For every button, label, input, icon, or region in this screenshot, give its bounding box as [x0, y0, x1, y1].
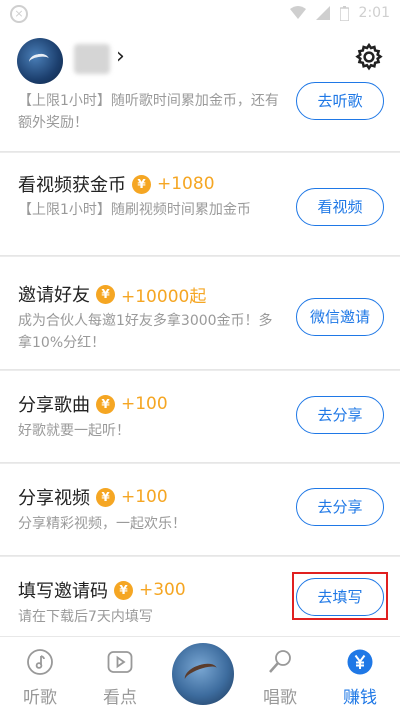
task-desc: 分享精彩视频，一起欢乐！	[18, 516, 186, 532]
coin-icon: ¥	[96, 394, 115, 414]
task-desc: 好歌就要一起听！	[18, 423, 130, 439]
tab-watch[interactable]: 看点	[80, 637, 160, 712]
signal-icon	[315, 6, 330, 20]
task-title: 看视频获金币	[18, 175, 126, 196]
center-album-disc[interactable]	[170, 641, 236, 707]
share-song-button[interactable]: 去分享	[296, 396, 384, 434]
tab-earn[interactable]: 赚钱	[320, 637, 400, 712]
task-reward: +100	[121, 394, 168, 414]
coin-icon: ¥	[114, 580, 133, 600]
target-highlight-box	[292, 572, 388, 620]
status-bar: × 2:01	[0, 0, 400, 28]
notification-icon: ×	[10, 5, 28, 23]
task-title-row: 邀请好友 ¥ +10000起	[18, 281, 206, 307]
listen-music-button[interactable]: 去听歌	[296, 82, 384, 120]
task-desc: 【上限1小时】随听歌时间累加金币，还有额外奖励！	[18, 93, 279, 131]
task-title: 分享歌曲	[18, 395, 90, 416]
yuan-coin-icon	[347, 649, 373, 675]
chevron-right-icon[interactable]: ›	[116, 44, 125, 69]
task-share-video: 分享视频 ¥ +100 分享精彩视频，一起欢乐！ 去分享	[0, 464, 400, 556]
wechat-invite-button[interactable]: 微信邀请	[296, 298, 384, 336]
task-desc: 【上限1小时】随刷视频时间累加金币	[18, 202, 251, 218]
coin-icon: ¥	[96, 284, 115, 304]
task-desc: 请在下载后7天内填写	[18, 609, 153, 625]
task-reward: +100	[121, 487, 168, 507]
task-title: 分享视频	[18, 488, 90, 509]
wifi-icon	[289, 6, 306, 19]
task-watch-video: 看视频获金币 ¥ +1080 【上限1小时】随刷视频时间累加金币 看视频	[0, 153, 400, 256]
status-icons: 2:01	[289, 5, 390, 21]
coin-icon: ¥	[96, 487, 115, 507]
tab-label: 听歌	[23, 688, 57, 708]
tab-listen[interactable]: 听歌	[0, 637, 80, 712]
watch-video-button[interactable]: 看视频	[296, 188, 384, 226]
coin-icon: ¥	[132, 174, 151, 194]
share-video-button[interactable]: 去分享	[296, 488, 384, 526]
music-note-icon	[27, 649, 53, 675]
tab-label: 赚钱	[343, 688, 377, 708]
avatar[interactable]	[17, 38, 63, 84]
task-reward: +300	[139, 580, 186, 600]
task-title: 邀请好友	[18, 285, 90, 306]
task-title-row: 填写邀请码 ¥ +300	[18, 577, 186, 603]
microphone-icon	[269, 650, 291, 673]
task-enter-invite-code: 填写邀请码 ¥ +300 请在下载后7天内填写 去填写	[0, 557, 400, 636]
task-listen-music: 【上限1小时】随听歌时间累加金币，还有额外奖励！ 去听歌	[0, 82, 400, 152]
task-reward: +1080	[157, 174, 215, 194]
task-reward: +10000起	[121, 286, 207, 307]
tab-label: 唱歌	[263, 688, 297, 708]
battery-icon	[339, 5, 349, 21]
username-blurred[interactable]	[74, 44, 110, 74]
gear-icon[interactable]	[354, 42, 384, 72]
profile-header: ›	[0, 28, 400, 86]
task-share-song: 分享歌曲 ¥ +100 好歌就要一起听！ 去分享	[0, 371, 400, 463]
task-title: 填写邀请码	[18, 581, 108, 602]
clock: 2:01	[358, 5, 390, 21]
task-title-row: 分享歌曲 ¥ +100	[18, 391, 168, 417]
task-invite-friends: 邀请好友 ¥ +10000起 成为合伙人每邀1好友多拿3000金币！多拿10%分…	[0, 257, 400, 370]
task-title-row: 看视频获金币 ¥ +1080	[18, 171, 215, 197]
tab-label: 看点	[103, 688, 137, 708]
tab-sing[interactable]: 唱歌	[240, 637, 320, 712]
task-desc: 成为合伙人每邀1好友多拿3000金币！多拿10%分红！	[18, 313, 273, 351]
task-title-row: 分享视频 ¥ +100	[18, 484, 168, 510]
play-video-icon	[107, 651, 133, 673]
